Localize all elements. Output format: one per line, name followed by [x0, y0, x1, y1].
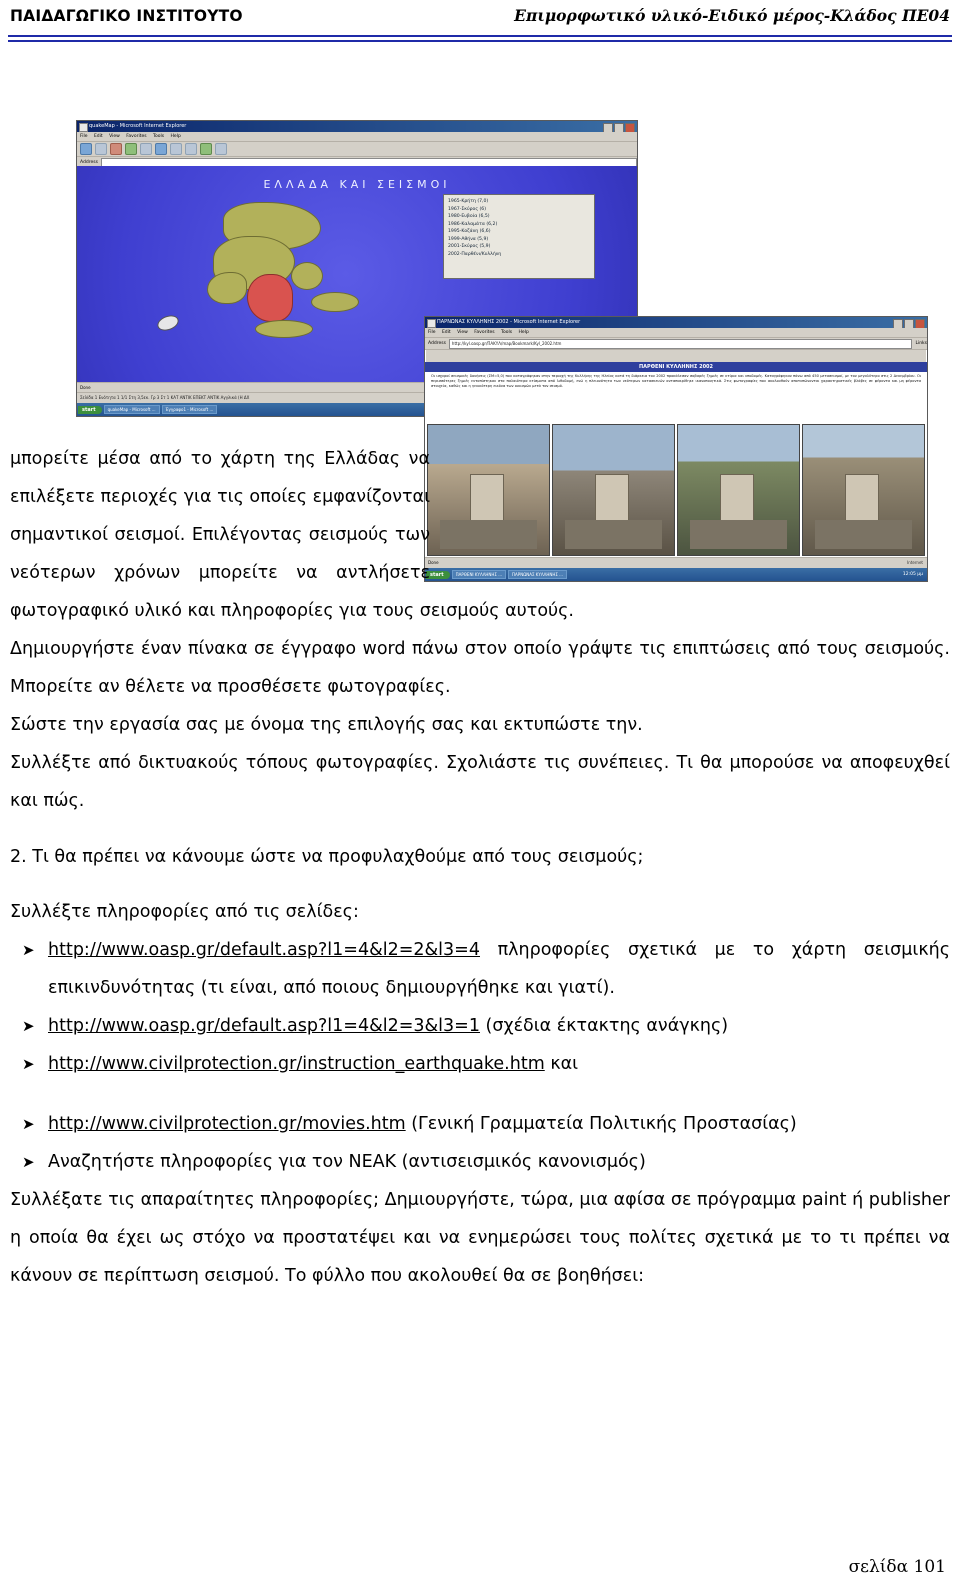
forward-icon	[95, 143, 107, 155]
map-region-crete	[255, 320, 313, 338]
list-item: ➤ http://www.oasp.gr/default.asp?l1=4&l2…	[10, 931, 950, 1007]
window-addressbar: Address http://kyl.oasp.gr/ΠΑΚΥΛ/map/Boo…	[425, 338, 927, 350]
menu-file: File	[80, 134, 88, 139]
window-menubar: File Edit View Favorites Tools Help	[425, 328, 927, 338]
quakemap-legend: 1965-Κρήτη (7,0) 1967-Σκύρος (6) 1980-Ευ…	[443, 194, 595, 279]
menu-favorites: Favorites	[474, 330, 495, 335]
close-icon	[915, 318, 925, 328]
window-icon	[79, 123, 88, 132]
legend-item: 1967-Σκύρος (6)	[448, 206, 487, 212]
menu-help: Help	[170, 134, 181, 139]
mail-icon	[200, 143, 212, 155]
window-title-text: ΠΑΡΝΩΝΑΣ ΚΥΛΛΗΝΗΣ 2002 - Microsoft Inter…	[437, 319, 581, 325]
legend-item: 1986-Καλαμάτα (6,2)	[448, 221, 498, 227]
address-label: Address	[80, 160, 98, 165]
list-item: ➤ http://www.civilprotection.gr/movies.h…	[10, 1105, 950, 1143]
legend-item: 1999-Αθήνα (5,9)	[448, 236, 489, 242]
window-controls	[603, 122, 635, 132]
window-toolbar	[77, 142, 637, 157]
menu-edit: Edit	[441, 330, 451, 335]
menu-favorites: Favorites	[126, 134, 147, 139]
menu-edit: Edit	[93, 134, 103, 139]
menu-tools: Tools	[153, 134, 165, 139]
legend-item: 1965-Κρήτη (7,0)	[448, 199, 489, 204]
map-region-aegean	[311, 292, 359, 312]
maximize-icon	[614, 122, 624, 132]
mouse-cursor-icon	[155, 312, 181, 334]
page-header: ΠΑΙΔΑΓΩΓΙΚΟ ΙΝΣΤΙΤΟΥΤΟ Επιμορφωτικό υλικ…	[0, 0, 960, 46]
print-icon	[215, 143, 227, 155]
arrow-bullet-icon: ➤	[22, 1115, 35, 1133]
header-rule-top	[8, 35, 952, 37]
paragraph-2: Δημιουργήστε έναν πίνακα σε έγγραφο word…	[10, 639, 950, 697]
menu-view: View	[109, 134, 120, 139]
resource-note: και	[544, 1054, 579, 1074]
links-label: Links	[915, 341, 927, 346]
menu-file: File	[428, 330, 436, 335]
resource-note: (σχέδια έκτακτης ανάγκης)	[479, 1016, 729, 1036]
figure-wrap-spacer	[430, 440, 950, 590]
resource-link[interactable]: http://www.civilprotection.gr/instructio…	[48, 1054, 545, 1074]
list-item: ➤ http://www.oasp.gr/default.asp?l1=4&l2…	[10, 1007, 950, 1045]
history-icon	[185, 143, 197, 155]
window-title-text: quakeMap - Microsoft Internet Explorer	[89, 123, 187, 129]
paragraph-5: Συλλέξατε τις απαραίτητες πληροφορίες; Δ…	[10, 1190, 950, 1286]
resource-link[interactable]: http://www.oasp.gr/default.asp?l1=4&l2=2…	[48, 940, 480, 960]
resource-link[interactable]: http://www.oasp.gr/default.asp?l1=4&l2=3…	[48, 1016, 480, 1036]
list-item: ➤ http://www.civilprotection.gr/instruct…	[10, 1045, 950, 1083]
map-region-west	[207, 272, 247, 304]
back-icon	[80, 143, 92, 155]
window-controls	[893, 318, 925, 328]
taskbar-item: Έγγραφο1 - Microsoft ...	[161, 405, 218, 414]
legend-item: 2002-Παρθένι/Κυλλήνη	[448, 251, 502, 257]
taskbar-item: quakeMap - Microsoft ...	[103, 405, 160, 414]
menu-view: View	[457, 330, 468, 335]
window-icon	[427, 319, 436, 328]
close-icon	[625, 122, 635, 132]
minimize-icon	[603, 122, 613, 132]
legend-item: 2001-Σκύρος (5,9)	[448, 244, 491, 249]
header-institute: ΠΑΙΔΑΓΩΓΙΚΟ ΙΝΣΤΙΤΟΥΤΟ	[10, 7, 243, 25]
menu-help: Help	[518, 330, 529, 335]
address-label: Address	[428, 341, 446, 346]
window-titlebar: quakeMap - Microsoft Internet Explorer	[77, 121, 637, 132]
resource-note: (Γενική Γραμματεία Πολιτικής Προστασίας)	[405, 1114, 797, 1134]
map-region-selected	[247, 274, 293, 322]
minimize-icon	[893, 318, 903, 328]
page-number: σελίδα 101	[848, 1557, 946, 1577]
legend-item: 1995-Κοζάνη (6,6)	[448, 229, 491, 234]
paragraph-4: Συλλέξτε από δικτυακούς τόπους φωτογραφί…	[10, 753, 950, 811]
home-icon	[140, 143, 152, 155]
header-subject: Επιμορφωτικό υλικό-Ειδικό μέρος-Κλάδος Π…	[514, 6, 950, 25]
quakemap-heading: ΕΛΛΑΔΑ ΚΑΙ ΣΕΙΣΜΟΙ	[263, 178, 451, 191]
address-field: http://kyl.oasp.gr/ΠΑΚΥΛ/map/Bookmark/Ky…	[448, 338, 913, 349]
document-body: μπορείτε μέσα από το χάρτη της Ελλάδας ν…	[10, 440, 950, 1295]
window-titlebar: ΠΑΡΝΩΝΑΣ ΚΥΛΛΗΝΗΣ 2002 - Microsoft Inter…	[425, 317, 927, 328]
question-2: 2. Τι θα πρέπει να κάνουμε ώστε να προφυ…	[10, 846, 644, 867]
kyllini-banner: ΠΑΡΘΕΝΙ ΚΥΛΛΗΝΗΣ 2002	[425, 362, 927, 372]
arrow-bullet-icon: ➤	[22, 941, 35, 959]
header-rule-bottom	[8, 40, 952, 42]
resource-note: Αναζητήστε πληροφορίες για τον ΝΕΑΚ (αντ…	[48, 1152, 646, 1172]
paragraph-3: Σώστε την εργασία σας με όνομα της επιλο…	[10, 715, 643, 735]
arrow-bullet-icon: ➤	[22, 1153, 35, 1171]
list-item: ➤ Αναζητήστε πληροφορίες για τον ΝΕΑΚ (α…	[10, 1143, 950, 1181]
favorites-icon	[170, 143, 182, 155]
start-button: start	[78, 405, 102, 414]
refresh-icon	[125, 143, 137, 155]
map-region-evia	[291, 262, 323, 290]
question-2-subtitle: Συλλέξτε πληροφορίες από τις σελίδες:	[10, 902, 359, 922]
resource-link[interactable]: http://www.civilprotection.gr/movies.htm	[48, 1114, 406, 1134]
kyllini-paragraph: Οι ισχυροί σεισμικές δονήσεις (ΣΜ=5,0) π…	[431, 374, 921, 389]
search-icon	[155, 143, 167, 155]
stop-icon	[110, 143, 122, 155]
greece-map-shape	[195, 202, 365, 352]
resource-list: ➤ http://www.oasp.gr/default.asp?l1=4&l2…	[10, 931, 950, 1181]
arrow-bullet-icon: ➤	[22, 1055, 35, 1073]
legend-item: 1980-Ευβοία (6,5)	[448, 214, 490, 219]
maximize-icon	[904, 318, 914, 328]
window-menubar: File Edit View Favorites Tools Help	[77, 132, 637, 142]
arrow-bullet-icon: ➤	[22, 1017, 35, 1035]
menu-tools: Tools	[501, 330, 513, 335]
